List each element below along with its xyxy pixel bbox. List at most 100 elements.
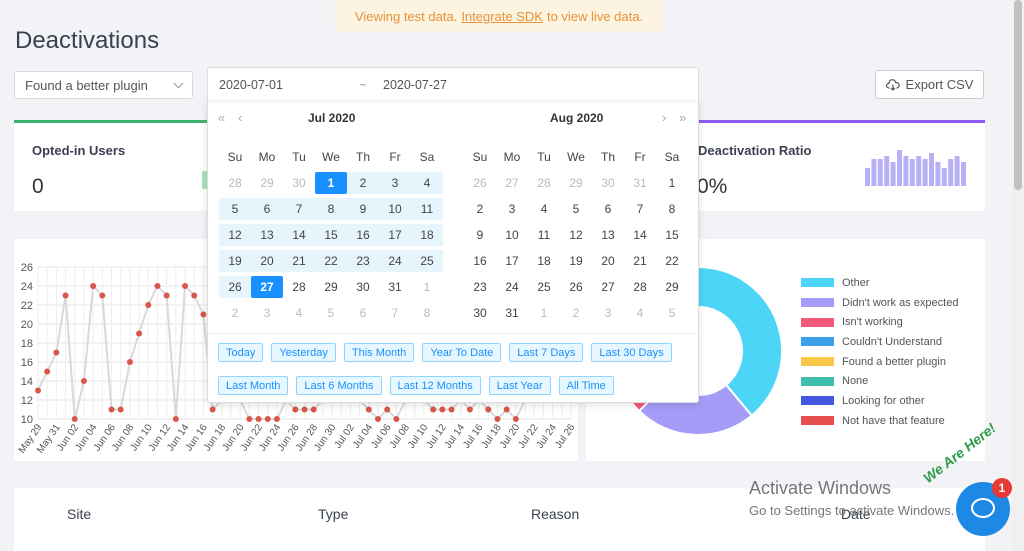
data-point[interactable]	[439, 406, 446, 413]
data-point[interactable]	[53, 349, 60, 356]
date-cell[interactable]: 1	[411, 276, 443, 298]
date-cell[interactable]: 1	[656, 172, 688, 194]
date-cell[interactable]: 3	[592, 302, 624, 324]
date-cell[interactable]: 5	[315, 302, 347, 324]
date-cell[interactable]: 31	[496, 302, 528, 324]
date-cell[interactable]: 18	[411, 224, 443, 246]
date-cell[interactable]: 11	[411, 198, 443, 220]
legend-item[interactable]: Couldn't Understand	[801, 332, 958, 352]
reason-filter-select[interactable]: Found a better plugin	[14, 71, 193, 99]
data-point[interactable]	[90, 283, 97, 289]
date-cell[interactable]: 8	[411, 302, 443, 324]
data-point[interactable]	[393, 416, 400, 422]
date-cell[interactable]: 6	[347, 302, 379, 324]
date-cell[interactable]: 9	[464, 224, 496, 246]
date-cell[interactable]: 17	[496, 250, 528, 272]
data-point[interactable]	[80, 378, 87, 384]
date-cell[interactable]: 5	[219, 198, 251, 220]
data-point[interactable]	[108, 406, 115, 413]
column-header-site[interactable]: Site	[67, 506, 91, 522]
date-cell[interactable]: 15	[656, 224, 688, 246]
date-cell[interactable]: 19	[560, 250, 592, 272]
data-point[interactable]	[301, 406, 308, 413]
date-cell[interactable]: 29	[560, 172, 592, 194]
date-cell[interactable]: 25	[411, 250, 443, 272]
data-point[interactable]	[136, 330, 143, 337]
date-cell[interactable]: 2	[560, 302, 592, 324]
date-cell[interactable]: 20	[592, 250, 624, 272]
data-point[interactable]	[255, 416, 262, 422]
data-point[interactable]	[375, 416, 382, 422]
legend-item[interactable]: Found a better plugin	[801, 352, 958, 372]
data-point[interactable]	[191, 292, 198, 299]
date-cell[interactable]: 30	[283, 172, 315, 194]
date-cell[interactable]: 2	[464, 198, 496, 220]
date-cell[interactable]: 2	[347, 172, 379, 194]
date-cell[interactable]: 8	[656, 198, 688, 220]
date-cell[interactable]: 26	[464, 172, 496, 194]
next-month-button[interactable]: ›	[662, 110, 666, 125]
data-point[interactable]	[44, 368, 51, 375]
column-header-type[interactable]: Type	[318, 506, 348, 522]
data-point[interactable]	[117, 406, 124, 413]
export-csv-button[interactable]: Export CSV	[875, 70, 984, 99]
date-cell[interactable]: 19	[219, 250, 251, 272]
date-cell[interactable]: 28	[283, 276, 315, 298]
date-cell[interactable]: 2	[219, 302, 251, 324]
date-cell[interactable]: 27	[592, 276, 624, 298]
date-cell[interactable]: 14	[624, 224, 656, 246]
date-range-input[interactable]: 2020-07-01 ~ 2020-07-27	[207, 67, 699, 101]
scrollbar-thumb[interactable]	[1014, 0, 1022, 190]
integrate-sdk-link[interactable]: Integrate SDK	[461, 9, 543, 24]
preset-this-month-button[interactable]: This Month	[343, 343, 415, 362]
date-cell[interactable]: 29	[656, 276, 688, 298]
preset-today-button[interactable]: Today	[218, 343, 264, 362]
date-cell[interactable]: 5	[656, 302, 688, 324]
date-cell[interactable]: 8	[315, 198, 347, 220]
date-cell[interactable]: 26	[219, 276, 251, 298]
date-cell[interactable]: 7	[624, 198, 656, 220]
data-point[interactable]	[384, 406, 391, 413]
date-cell[interactable]: 23	[464, 276, 496, 298]
date-cell[interactable]: 12	[560, 224, 592, 246]
date-cell[interactable]: 3	[496, 198, 528, 220]
data-point[interactable]	[503, 406, 510, 413]
date-cell[interactable]: 10	[496, 224, 528, 246]
date-cell[interactable]: 16	[347, 224, 379, 246]
date-cell[interactable]: 11	[528, 224, 560, 246]
legend-item[interactable]: None	[801, 371, 958, 391]
column-header-reason[interactable]: Reason	[531, 506, 579, 522]
date-cell[interactable]: 6	[251, 198, 283, 220]
data-point[interactable]	[209, 406, 216, 413]
date-cell[interactable]: 13	[251, 224, 283, 246]
data-point[interactable]	[292, 406, 299, 413]
date-cell[interactable]: 12	[219, 224, 251, 246]
preset-all-time-button[interactable]: All Time	[558, 376, 614, 395]
preset-last-month-button[interactable]: Last Month	[218, 376, 289, 395]
date-cell[interactable]: 5	[560, 198, 592, 220]
date-cell[interactable]: 21	[624, 250, 656, 272]
legend-item[interactable]: Other	[801, 273, 958, 293]
date-cell[interactable]: 6	[592, 198, 624, 220]
prev-month-button[interactable]: ‹	[238, 110, 242, 125]
date-cell[interactable]: 14	[283, 224, 315, 246]
date-cell[interactable]: 26	[560, 276, 592, 298]
legend-item[interactable]: Didn't work as expected	[801, 293, 958, 313]
date-cell[interactable]: 29	[251, 172, 283, 194]
date-cell[interactable]: 13	[592, 224, 624, 246]
date-cell[interactable]: 17	[379, 224, 411, 246]
prev-year-button[interactable]: «	[218, 110, 225, 125]
date-cell[interactable]: 27	[496, 172, 528, 194]
date-cell[interactable]: 15	[315, 224, 347, 246]
data-point[interactable]	[163, 292, 170, 299]
data-point[interactable]	[200, 311, 207, 318]
date-cell[interactable]: 4	[283, 302, 315, 324]
preset-last-6-months-button[interactable]: Last 6 Months	[296, 376, 382, 395]
date-cell[interactable]: 20	[251, 250, 283, 272]
date-cell[interactable]: 21	[283, 250, 315, 272]
date-cell[interactable]: 22	[315, 250, 347, 272]
date-cell[interactable]: 31	[624, 172, 656, 194]
data-point[interactable]	[485, 406, 492, 413]
data-point[interactable]	[494, 416, 501, 422]
data-point[interactable]	[273, 416, 280, 422]
